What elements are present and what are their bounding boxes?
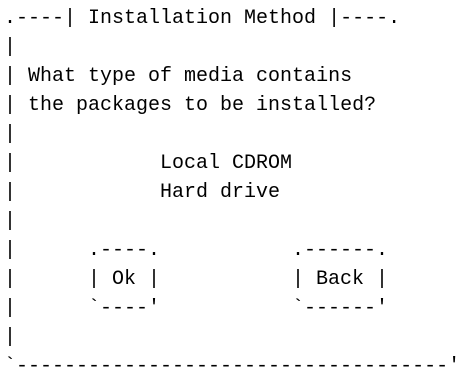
media-option-label: Local CDROM xyxy=(160,152,293,175)
dialog-top-border: .----| Installation Method |----. xyxy=(4,7,401,30)
dialog-left-border: | xyxy=(4,36,17,59)
media-option-hard-drive[interactable]: Hard drive xyxy=(160,178,280,207)
media-option-label: Hard drive xyxy=(160,181,281,204)
dialog-title: Installation Method xyxy=(88,7,317,30)
prompt-line-2: the packages to be installed? xyxy=(28,94,377,117)
back-button-label: Back xyxy=(316,268,365,291)
installation-method-dialog: .----| Installation Method |----. | | Wh… xyxy=(4,4,468,378)
media-option-local-cdrom[interactable]: Local CDROM xyxy=(160,149,292,178)
ok-button-label: Ok xyxy=(112,268,137,291)
dialog-bottom-border: `------------------------------------' xyxy=(4,355,461,378)
prompt-line-1: What type of media contains xyxy=(28,65,353,88)
ok-button[interactable]: | Ok | xyxy=(88,265,160,294)
back-button[interactable]: | Back | xyxy=(292,265,388,294)
